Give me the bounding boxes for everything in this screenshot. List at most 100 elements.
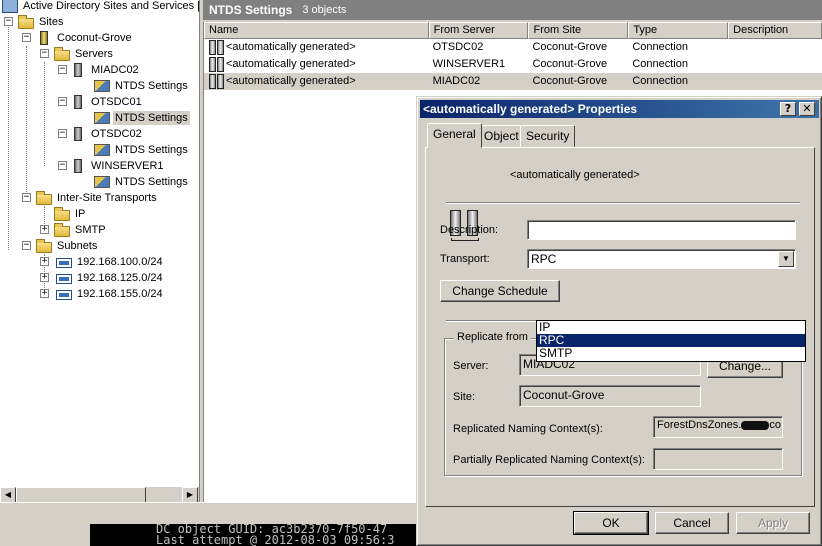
collapse-site-icon[interactable]: − bbox=[22, 33, 31, 42]
replicated-naming-context-field: ForestDnsZones. co bbox=[653, 416, 783, 438]
folder-icon bbox=[18, 14, 34, 29]
tab-general[interactable]: General bbox=[427, 123, 482, 148]
tree-node-ntds-settings[interactable]: NTDS Settings bbox=[94, 174, 190, 190]
row-from-site: Coconut-Grove bbox=[532, 41, 608, 53]
partially-replicated-naming-context-label: Partially Replicated Naming Context(s): bbox=[453, 454, 645, 466]
site-field: Coconut-Grove bbox=[519, 385, 701, 407]
redacted-domain bbox=[741, 420, 770, 430]
tree-node-server-otsdc01[interactable]: OTSDC01 bbox=[70, 94, 144, 110]
tree-node-ntds-settings[interactable]: NTDS Settings bbox=[94, 142, 190, 158]
connection-icon bbox=[208, 40, 224, 55]
help-button[interactable]: ? bbox=[780, 102, 796, 116]
collapse-server-icon[interactable]: − bbox=[58, 129, 67, 138]
tree-root-label: Active Directory Sites and Services [c bbox=[23, 0, 200, 12]
transport-dropdown-list[interactable]: IP RPC SMTP bbox=[536, 320, 806, 362]
tree-node-label: NTDS Settings bbox=[115, 144, 188, 156]
server-icon bbox=[74, 63, 82, 77]
tree-node-subnet[interactable]: 192.168.155.0/24 bbox=[56, 286, 165, 302]
replicate-from-title: Replicate from bbox=[454, 331, 531, 343]
collapse-servers-icon[interactable]: − bbox=[40, 49, 49, 58]
apply-button[interactable]: Apply bbox=[736, 512, 810, 534]
chevron-down-icon[interactable]: ▼ bbox=[778, 251, 794, 267]
object-name-label: <automatically generated> bbox=[510, 169, 640, 181]
replicated-naming-context-label: Replicated Naming Context(s): bbox=[453, 423, 603, 435]
scroll-right-icon[interactable]: ▶ bbox=[182, 487, 198, 502]
tree-node-ntds-settings[interactable]: NTDS Settings bbox=[94, 78, 190, 94]
row-name-cell: <automatically generated> bbox=[204, 57, 429, 72]
expand-subnet-icon[interactable]: + bbox=[40, 273, 49, 282]
list-header-bar: NTDS Settings 3 objects bbox=[203, 0, 822, 20]
tree-node-subnet[interactable]: 192.168.125.0/24 bbox=[56, 270, 165, 286]
expand-subnet-icon[interactable]: + bbox=[40, 257, 49, 266]
naming-context-suffix: co bbox=[769, 419, 781, 431]
transport-selected-value: RPC bbox=[531, 252, 557, 266]
tree-node-smtp[interactable]: SMTP bbox=[54, 222, 108, 238]
close-icon[interactable]: ✕ bbox=[799, 102, 815, 116]
server-icon bbox=[74, 127, 82, 141]
tab-security[interactable]: Security bbox=[520, 125, 576, 147]
tree-node-site[interactable]: Coconut-Grove bbox=[36, 30, 134, 46]
tab-object[interactable]: Object bbox=[478, 125, 525, 147]
tree-node-server-miadc02[interactable]: MIADC02 bbox=[70, 62, 141, 78]
tree-node-subnets[interactable]: Subnets bbox=[36, 238, 99, 254]
transport-option-ip[interactable]: IP bbox=[537, 321, 805, 334]
dialog-title-bar[interactable]: <automatically generated> Properties bbox=[420, 100, 819, 118]
column-header-description[interactable]: Description bbox=[728, 22, 822, 39]
tree-node-label: Inter-Site Transports bbox=[57, 192, 157, 204]
expand-smtp-icon[interactable]: + bbox=[40, 225, 49, 234]
collapse-server-icon[interactable]: − bbox=[58, 97, 67, 106]
tree-node-ip[interactable]: IP bbox=[54, 206, 87, 222]
row-name: <automatically generated> bbox=[226, 58, 356, 70]
tree-node-subnet[interactable]: 192.168.100.0/24 bbox=[56, 254, 165, 270]
transport-option-rpc[interactable]: RPC bbox=[537, 334, 805, 347]
tree-node-servers[interactable]: Servers bbox=[54, 46, 115, 62]
site-icon bbox=[40, 31, 48, 45]
collapse-subnets-icon[interactable]: − bbox=[22, 241, 31, 250]
tree-node-inter-site-transports[interactable]: Inter-Site Transports bbox=[36, 190, 159, 206]
cancel-button[interactable]: Cancel bbox=[655, 512, 729, 534]
transport-option-smtp[interactable]: SMTP bbox=[537, 347, 805, 360]
collapse-server-icon[interactable]: − bbox=[58, 65, 67, 74]
row-from-server: OTSDC02 bbox=[432, 41, 484, 53]
transport-combobox[interactable]: RPC ▼ bbox=[527, 249, 796, 269]
site-label: Site: bbox=[453, 391, 476, 403]
tree-node-server-winserver1[interactable]: WINSERVER1 bbox=[70, 158, 166, 174]
tree-node-sites[interactable]: Sites bbox=[18, 14, 65, 30]
scroll-left-icon[interactable]: ◀ bbox=[0, 487, 16, 502]
column-header-name[interactable]: Name bbox=[204, 22, 429, 39]
collapse-sites-icon[interactable]: − bbox=[4, 17, 13, 26]
console-tree[interactable]: Active Directory Sites and Services [c −… bbox=[0, 0, 200, 502]
description-input[interactable] bbox=[527, 220, 796, 240]
ok-button[interactable]: OK bbox=[573, 511, 649, 535]
server-icon bbox=[74, 95, 82, 109]
tree-node-label: NTDS Settings bbox=[115, 176, 188, 188]
change-schedule-button[interactable]: Change Schedule bbox=[440, 280, 560, 302]
table-row-selected[interactable]: <automatically generated> MIADC02 Coconu… bbox=[204, 73, 822, 90]
tree-node-label: Servers bbox=[75, 48, 113, 60]
table-row[interactable]: <automatically generated> OTSDC02 Coconu… bbox=[204, 39, 822, 56]
tree-node-server-otsdc02[interactable]: OTSDC02 bbox=[70, 126, 144, 142]
tree-node-label: NTDS Settings bbox=[115, 80, 188, 92]
properties-dialog[interactable]: <automatically generated> Properties ? ✕… bbox=[416, 96, 822, 546]
collapse-transports-icon[interactable]: − bbox=[22, 193, 31, 202]
partially-replicated-naming-context-field bbox=[653, 448, 783, 470]
scroll-thumb[interactable] bbox=[16, 487, 146, 502]
tree-node-label: 192.168.125.0/24 bbox=[77, 272, 163, 284]
connection-icon bbox=[208, 74, 224, 89]
tree-node-label: Coconut-Grove bbox=[57, 32, 132, 44]
connection-icon bbox=[208, 57, 224, 72]
tree-node-label: 192.168.100.0/24 bbox=[77, 256, 163, 268]
table-row[interactable]: <automatically generated> WINSERVER1 Coc… bbox=[204, 56, 822, 73]
row-type: Connection bbox=[632, 58, 688, 70]
folder-icon bbox=[36, 238, 52, 253]
column-header-type[interactable]: Type bbox=[628, 22, 729, 39]
naming-context-prefix: ForestDnsZones. bbox=[657, 419, 742, 431]
tree-horizontal-scrollbar[interactable]: ◀ ▶ bbox=[0, 486, 199, 502]
tree-root[interactable]: Active Directory Sites and Services [c bbox=[2, 0, 200, 14]
collapse-server-icon[interactable]: − bbox=[58, 161, 67, 170]
column-header-from-server[interactable]: From Server bbox=[428, 22, 529, 39]
expand-subnet-icon[interactable]: + bbox=[40, 289, 49, 298]
column-header-from-site[interactable]: From Site bbox=[528, 22, 629, 39]
tree-node-ntds-settings-selected[interactable]: NTDS Settings bbox=[94, 110, 190, 126]
snapin-icon bbox=[2, 0, 18, 13]
